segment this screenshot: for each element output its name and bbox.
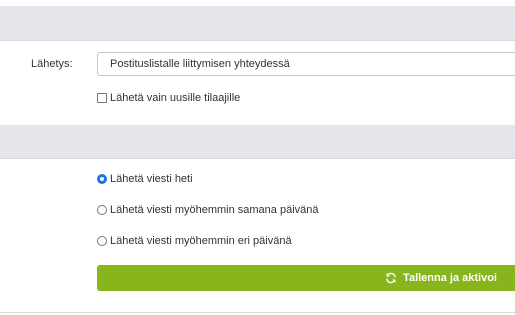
- radio-send-later-other-day[interactable]: [97, 236, 107, 246]
- sending-select[interactable]: Postituslistalle liittymisen yhteydessä: [97, 52, 515, 76]
- sending-label: Lähetys:: [31, 58, 73, 70]
- radio-option-send-later-other-day[interactable]: Lähetä viesti myöhemmin eri päivänä: [97, 235, 292, 247]
- section-header-top: [0, 6, 515, 41]
- new-subscribers-only-checkbox[interactable]: [97, 93, 107, 103]
- page: Lähetys: Postituslistalle liittymisen yh…: [0, 0, 515, 315]
- radio-send-later-same-day-label: Lähetä viesti myöhemmin samana päivänä: [110, 204, 319, 216]
- divider: [0, 312, 515, 313]
- radio-option-send-now[interactable]: Lähetä viesti heti: [97, 173, 193, 185]
- radio-send-now-label: Lähetä viesti heti: [110, 173, 193, 185]
- radio-option-send-later-same-day[interactable]: Lähetä viesti myöhemmin samana päivänä: [97, 204, 319, 216]
- new-subscribers-only-option[interactable]: Lähetä vain uusille tilaajille: [97, 92, 240, 104]
- save-and-activate-label: Tallenna ja aktivoi: [403, 272, 497, 284]
- save-and-activate-button[interactable]: Tallenna ja aktivoi: [97, 265, 515, 291]
- radio-send-later-same-day[interactable]: [97, 205, 107, 215]
- new-subscribers-only-label: Lähetä vain uusille tilaajille: [110, 92, 241, 104]
- sending-selected-value: Postituslistalle liittymisen yhteydessä: [110, 58, 290, 70]
- radio-send-later-other-day-label: Lähetä viesti myöhemmin eri päivänä: [110, 235, 292, 247]
- refresh-icon: [386, 272, 396, 284]
- section-header-timing: [0, 125, 515, 159]
- radio-send-now[interactable]: [97, 174, 107, 184]
